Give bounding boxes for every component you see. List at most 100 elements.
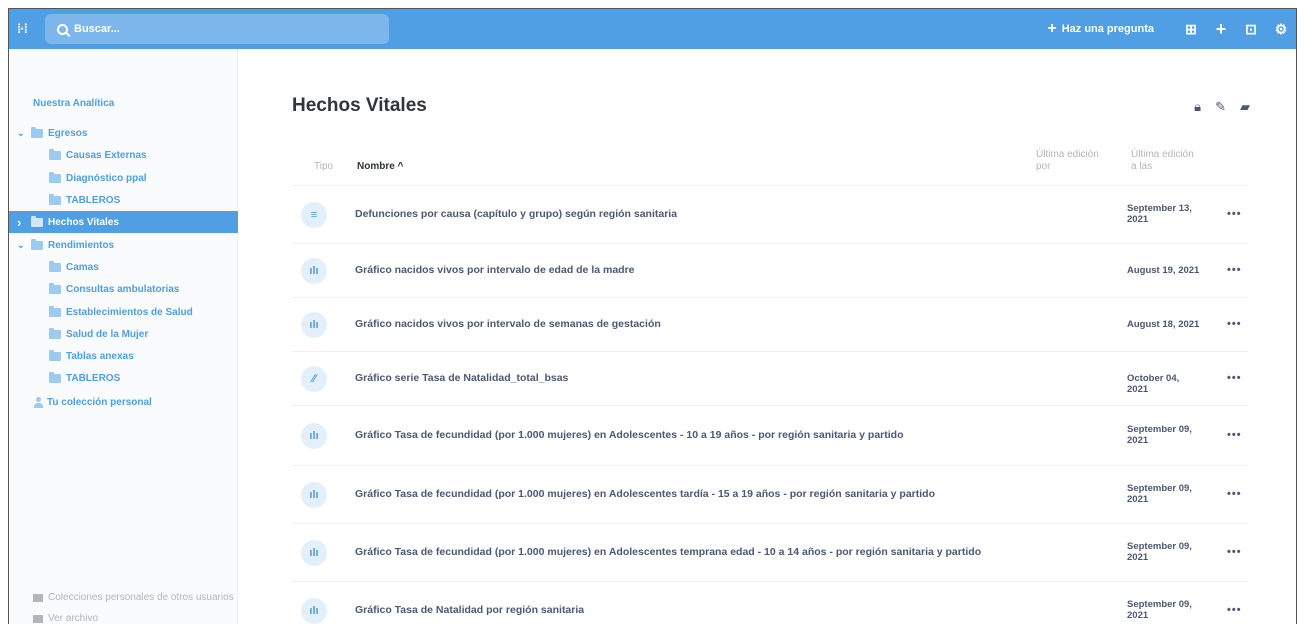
sidebar-item[interactable]: › Hechos Vitales [9,211,238,233]
other-users-label: Colecciones personales de otros usuarios [48,592,234,603]
item-name-link[interactable]: Gráfico Tasa de fecundidad (por 1.000 mu… [355,429,904,441]
browse-icon[interactable]: ⊡ [1236,21,1266,38]
collection-content: Hechos Vitales 🔒︎ ✎ ▰ Tipo Nombre ^ Últi… [239,49,1296,624]
item-name-link[interactable]: Gráfico Tasa de fecundidad (por 1.000 mu… [355,546,981,558]
chevron-icon[interactable]: ⌄ [17,128,27,139]
sidebar-item[interactable]: Causas Externas [9,144,238,166]
item-name-link[interactable]: Gráfico Tasa de Natalidad por región san… [355,604,584,616]
sidebar-item[interactable]: Tablas anexas [9,345,238,367]
folder-icon [49,260,61,272]
more-options-icon[interactable]: ••• [1227,429,1242,441]
bar-chart-icon: ılı [301,423,327,449]
pencil-icon[interactable]: ✎ [1215,99,1226,115]
item-name-link[interactable]: Gráfico Tasa de fecundidad (por 1.000 mu… [355,488,935,500]
sidebar-item[interactable]: ⌄ Rendimientos [9,234,238,256]
sidebar-item-label: Establecimientos de Salud [66,306,193,318]
column-header-edited-at[interactable]: Última edición a las [1131,149,1201,173]
last-edited-date: September 09, 2021 [1127,599,1192,621]
search-input[interactable] [74,23,374,35]
folder-icon [31,238,43,250]
archive-icon [33,614,43,623]
folder-icon [49,327,61,339]
gear-icon[interactable]: ⚙ [1266,21,1296,38]
sidebar-item-label: Rendimientos [48,239,115,251]
sidebar-personal-collection[interactable]: Tu colección personal [33,397,152,408]
sidebar-item[interactable]: ⌄ Egresos [9,122,238,144]
topbar-actions: + Haz una pregunta ⊞ + ⊡ ⚙ [1047,9,1296,49]
folder-icon [49,171,61,183]
move-folder-icon[interactable]: ▰ [1240,99,1250,115]
more-options-icon[interactable]: ••• [1227,546,1242,558]
table-row[interactable]: ılı Gráfico Tasa de fecundidad (por 1.000… [292,405,1248,465]
sidebar-root-collection[interactable]: Nuestra Analítica [33,98,114,109]
column-header-edited-by[interactable]: Última edición por [1036,149,1106,173]
sidebar-item-label: TABLEROS [66,372,121,384]
app-window: ⁞·⁞ + Haz una pregunta ⊞ + ⊡ ⚙ Nuestra A… [8,8,1297,624]
sidebar-item-label: Egresos [48,127,88,139]
folder-icon [31,215,43,227]
last-edited-date: August 19, 2021 [1127,265,1200,276]
sidebar-item[interactable]: Consultas ambulatorias [9,278,238,300]
sidebar-item-label: Causas Externas [66,149,147,161]
grid-icon[interactable]: ⊞ [1176,21,1206,38]
table-row[interactable]: ılı Gráfico Tasa de Natalidad por región … [292,581,1248,624]
last-edited-date: September 09, 2021 [1127,424,1192,446]
sidebar-item[interactable]: Salud de la Mujer [9,323,238,345]
sidebar-item-label: Tablas anexas [66,350,134,362]
search-bar[interactable] [45,14,389,44]
sidebar-item[interactable]: Camas [9,256,238,278]
metabase-logo-icon[interactable]: ⁞·⁞ [17,19,37,39]
item-name-link[interactable]: Gráfico nacidos vivos por intervalo de s… [355,318,661,330]
bar-chart-icon: ılı [301,540,327,566]
page-title: Hechos Vitales [292,95,427,116]
lock-icon[interactable]: 🔒︎ [1194,99,1201,115]
item-name-link[interactable]: Gráfico serie Tasa de Natalidad_total_bs… [355,372,568,384]
table-row[interactable]: ılı Gráfico nacidos vivos por intervalo d… [292,243,1248,297]
sidebar-item[interactable]: Establecimientos de Salud [9,301,238,323]
new-plus-icon[interactable]: + [1206,19,1236,40]
collections-sidebar: Nuestra Analítica ⌄ Egresos Causas Externa… [9,49,238,624]
column-header-name[interactable]: Nombre ^ [357,161,403,173]
last-edited-date: August 18, 2021 [1127,319,1200,330]
folder-icon [49,349,61,361]
table-row[interactable]: ılı Gráfico Tasa de fecundidad (por 1.000… [292,523,1248,581]
folder-icon [49,148,61,160]
chevron-icon[interactable]: ⌄ [17,240,27,251]
more-options-icon[interactable]: ••• [1227,208,1242,220]
table-row[interactable]: ∕∕ Gráfico serie Tasa de Natalidad_total_… [292,351,1248,405]
last-edited-date: October 04, 2021 [1127,373,1180,395]
last-edited-date: September 09, 2021 [1127,541,1192,563]
table-row[interactable]: ılı Gráfico nacidos vivos por intervalo d… [292,297,1248,351]
folder-icon [49,371,61,383]
item-name-link[interactable]: Gráfico nacidos vivos por intervalo de e… [355,264,635,276]
more-options-icon[interactable]: ••• [1227,488,1242,500]
plus-icon: + [1047,20,1057,37]
sidebar-item-label: Camas [66,261,99,273]
folder-icon [49,193,61,205]
more-options-icon[interactable]: ••• [1227,372,1242,384]
table-icon: ≡ [301,202,327,228]
bar-chart-icon: ılı [301,258,327,284]
ask-question-label: Haz una pregunta [1061,23,1154,35]
sidebar-item[interactable]: TABLEROS [9,367,238,389]
sidebar-item-label: Consultas ambulatorias [66,283,180,295]
archive-label: Ver archivo [48,613,99,624]
more-options-icon[interactable]: ••• [1227,264,1242,276]
sidebar-item-label: Diagnóstico ppal [66,172,147,184]
item-name-link[interactable]: Defunciones por causa (capítulo y grupo)… [355,208,677,220]
ask-question-button[interactable]: + Haz una pregunta [1047,20,1154,38]
chevron-icon[interactable]: › [17,215,27,230]
sidebar-item[interactable]: Diagnóstico ppal [9,167,238,189]
table-row[interactable]: ≡ Defunciones por causa (capítulo y grupo… [292,185,1248,243]
sidebar-item-label: TABLEROS [66,194,121,206]
table-row[interactable]: ılı Gráfico Tasa de fecundidad (por 1.000… [292,465,1248,523]
line-chart-icon: ∕∕ [301,366,327,392]
sidebar-item[interactable]: TABLEROS [9,189,238,211]
more-options-icon[interactable]: ••• [1227,604,1242,616]
other-users-collections-link[interactable]: Colecciones personales de otros usuarios [33,592,234,603]
more-options-icon[interactable]: ••• [1227,318,1242,330]
view-archive-link[interactable]: Ver archivo [33,613,98,624]
folder-icon [49,305,61,317]
bar-chart-icon: ılı [301,598,327,624]
column-header-type[interactable]: Tipo [314,161,333,173]
